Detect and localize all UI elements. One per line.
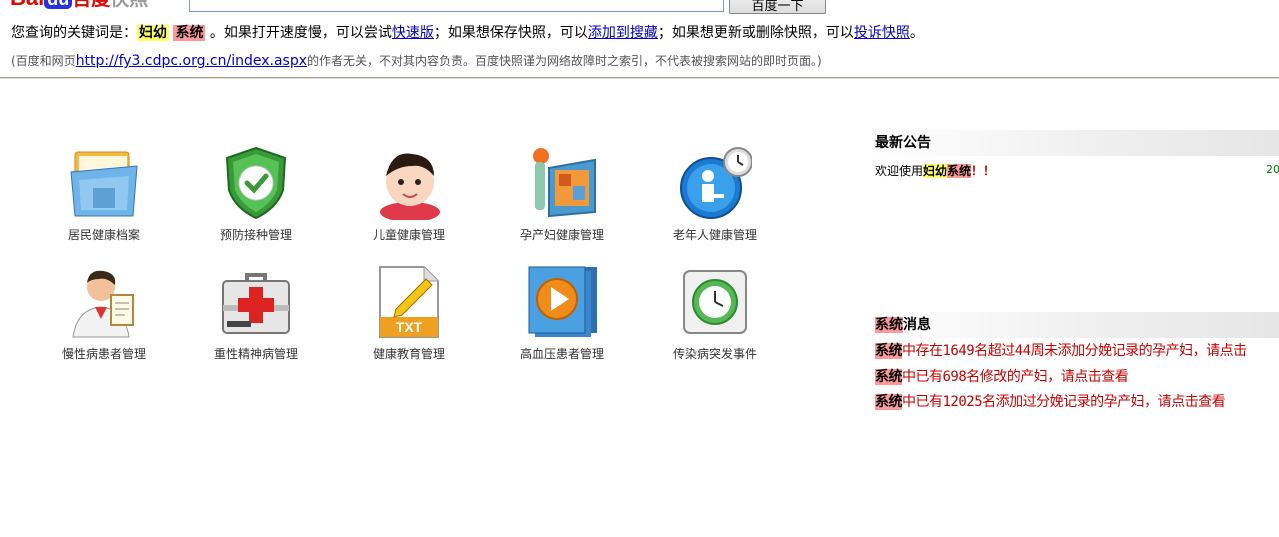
header-divider xyxy=(0,77,1279,79)
svg-text:TXT: TXT xyxy=(396,319,423,335)
clock-icon xyxy=(678,265,752,339)
tile-resident-health-records[interactable]: 居民健康档案 xyxy=(44,146,164,243)
keyword-text-3: ；如果想更新或删除快照，可以 xyxy=(657,25,854,41)
messages-title-text: 消息 xyxy=(903,317,931,333)
tile-label: 居民健康档案 xyxy=(67,228,140,242)
tile-vaccination-management[interactable]: 预防接种管理 xyxy=(196,146,316,243)
logo-baidu-text: 百度 xyxy=(72,0,110,10)
doctor-icon xyxy=(67,265,141,339)
logo-du-text: du xyxy=(44,0,73,9)
clock-person-icon xyxy=(678,146,753,220)
shield-check-icon xyxy=(219,146,293,220)
message-text: 中存在1649名超过44周未添加分娩记录的孕产妇，请点击 xyxy=(902,343,1247,359)
txt-file-icon: TXT xyxy=(372,265,446,339)
message-text: 中已有698名修改的产妇，请点击查看 xyxy=(902,369,1129,385)
announcement-item[interactable]: 欢迎使用妇幼系统！！ xyxy=(875,162,995,179)
logo-snapshot-text: 快照 xyxy=(110,0,148,10)
search-input[interactable] xyxy=(189,0,724,12)
tile-elderly-health-management[interactable]: 老年人健康管理 xyxy=(655,146,775,243)
source-url-link[interactable]: http://fy3.cdpc.org.cn/index.aspx xyxy=(76,53,307,69)
announcement-prefix: 欢迎使用 xyxy=(875,164,924,178)
announcements-title: 最新公告 xyxy=(868,130,1279,156)
message-kw: 系统 xyxy=(875,369,903,385)
disclaimer-text: 的作者无关，不对其内容负责。百度快照谨为网络故障时之索引，不代表被搜索网站的即时… xyxy=(307,54,822,68)
announcement-kw-1: 妇幼 xyxy=(923,164,948,178)
keyword-text-4: 。 xyxy=(909,25,924,41)
message-item[interactable]: 系统中已有12025名添加过分娩记录的孕产妇，请点击查看 xyxy=(875,391,1226,411)
message-kw: 系统 xyxy=(875,394,903,410)
keyword-highlight-2: 系统 xyxy=(173,25,206,41)
message-item[interactable]: 系统中已有698名修改的产妇，请点击查看 xyxy=(875,366,1129,386)
logo-bai-text: Bai xyxy=(10,0,44,10)
tile-chronic-patient-management[interactable]: 慢性病患者管理 xyxy=(44,265,164,362)
tile-label: 预防接种管理 xyxy=(219,228,292,242)
tile-label: 孕产妇健康管理 xyxy=(519,228,604,242)
tile-maternal-health-management[interactable]: 孕产妇健康管理 xyxy=(502,146,622,243)
keyword-highlight-1: 妇幼 xyxy=(137,25,169,41)
tile-infectious-disease-emergency[interactable]: 传染病突发事件 xyxy=(655,265,775,362)
messages-title-kw: 系统 xyxy=(875,317,903,333)
tile-label: 高血压患者管理 xyxy=(519,347,604,361)
tile-child-health-management[interactable]: 儿童健康管理 xyxy=(349,146,469,243)
tile-mental-illness-management[interactable]: 重性精神病管理 xyxy=(196,265,316,362)
report-snapshot-link[interactable]: 投诉快照 xyxy=(854,25,910,41)
tile-label: 慢性病患者管理 xyxy=(61,347,146,361)
fast-version-link[interactable]: 快速版 xyxy=(392,25,434,41)
tile-label: 儿童健康管理 xyxy=(372,228,445,242)
tile-label: 老年人健康管理 xyxy=(672,228,757,242)
keyword-text-1: 。如果打开速度慢，可以尝试 xyxy=(209,25,392,41)
baby-icon xyxy=(372,146,446,222)
tile-hypertension-management[interactable]: 高血压患者管理 xyxy=(502,265,622,362)
media-player-icon xyxy=(525,265,599,339)
tile-health-education-management[interactable]: TXT 健康教育管理 xyxy=(349,265,469,362)
tile-label: 重性精神病管理 xyxy=(213,347,298,361)
baidu-snapshot-bar: Baidu百度快照 百度一下 您查询的关键词是：妇幼 系统 。如果打开速度慢，可… xyxy=(0,0,1279,80)
tile-label: 健康教育管理 xyxy=(372,347,445,361)
disclaimer-prefix: (百度和网页 xyxy=(11,54,76,68)
message-item[interactable]: 系统中存在1649名超过44周未添加分娩记录的孕产妇，请点击 xyxy=(875,340,1247,360)
keyword-line: 您查询的关键词是： 妇幼 系统 。如果打开速度慢，可以尝试快速版；如果想保存快照，… xyxy=(11,24,924,42)
disclaimer-line: (百度和网页http://fy3.cdpc.org.cn/index.aspx的… xyxy=(11,53,822,69)
folder-icon xyxy=(67,146,141,220)
first-aid-kit-icon xyxy=(219,265,293,339)
message-text: 中已有12025名添加过分娩记录的孕产妇，请点击查看 xyxy=(902,394,1226,410)
search-button[interactable]: 百度一下 xyxy=(729,0,826,14)
messages-title: 系统消息 xyxy=(868,312,1279,338)
keyword-prefix: 您查询的关键词是： xyxy=(11,25,137,41)
tile-label: 传染病突发事件 xyxy=(672,347,757,361)
announcement-suffix: ！！ xyxy=(971,164,996,178)
keyword-text-2: ；如果想保存快照，可以 xyxy=(433,25,588,41)
baidu-logo[interactable]: Baidu百度快照 xyxy=(10,0,148,10)
announcement-date: 20 xyxy=(1266,163,1279,176)
announcement-kw-2: 系统 xyxy=(947,164,972,178)
add-to-favorites-link[interactable]: 添加到搜藏 xyxy=(588,25,658,41)
message-kw: 系统 xyxy=(875,343,903,359)
photo-frame-icon xyxy=(525,146,599,220)
